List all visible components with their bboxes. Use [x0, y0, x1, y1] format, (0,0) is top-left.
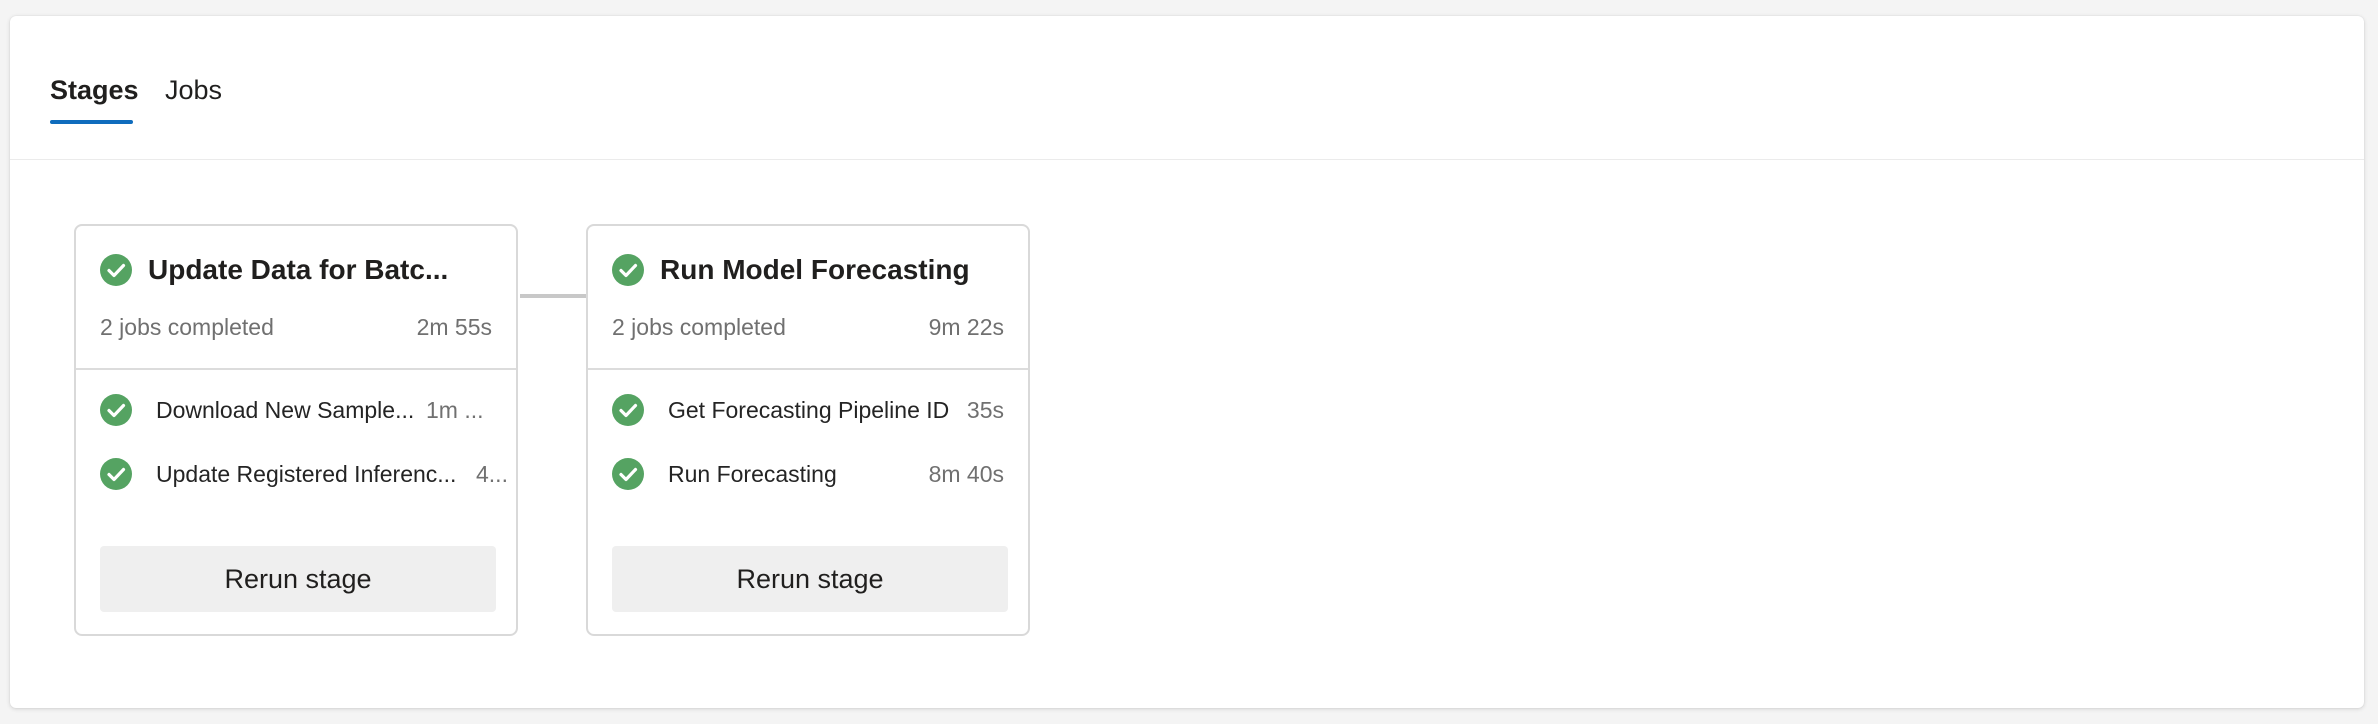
tab-stages[interactable]: Stages — [50, 70, 139, 110]
job-name: Run Forecasting — [668, 461, 837, 487]
job-name: Download New Sample... — [156, 397, 415, 423]
check-circle-icon — [612, 458, 644, 490]
job-row[interactable]: Get Forecasting Pipeline ID 35s — [588, 386, 1028, 434]
check-circle-icon — [612, 394, 644, 426]
job-row[interactable]: Download New Sample... 1m ... — [76, 386, 516, 434]
stage-duration: 2m 55s — [416, 314, 492, 340]
tab-jobs[interactable]: Jobs — [165, 70, 222, 110]
tab-bar: Stages Jobs — [10, 16, 2364, 160]
check-circle-icon — [100, 254, 132, 286]
job-duration: 1m ... — [426, 397, 484, 423]
job-name: Get Forecasting Pipeline ID — [668, 397, 950, 423]
pipeline-run-panel: Stages Jobs Update Data for Batc... 2 jo… — [10, 16, 2364, 708]
active-tab-indicator — [50, 120, 133, 124]
stage-summary: 2 jobs completed — [100, 314, 274, 340]
stage-card-update-data[interactable]: Update Data for Batc... 2 jobs completed… — [74, 224, 518, 636]
job-duration: 35s — [966, 397, 1004, 423]
stage-header[interactable]: Update Data for Batc... 2 jobs completed… — [76, 226, 516, 370]
job-duration: 4... — [476, 461, 508, 487]
check-circle-icon — [100, 458, 132, 490]
stage-title: Run Model Forecasting — [660, 254, 970, 285]
stage-duration: 9m 22s — [928, 314, 1004, 340]
rerun-stage-button[interactable]: Rerun stage — [100, 546, 496, 612]
check-circle-icon — [100, 394, 132, 426]
stage-card-run-model-forecasting[interactable]: Run Model Forecasting 2 jobs completed 9… — [586, 224, 1030, 636]
job-row[interactable]: Update Registered Inferenc... 4... — [76, 450, 516, 498]
check-circle-icon — [612, 254, 644, 286]
job-row[interactable]: Run Forecasting 8m 40s — [588, 450, 1028, 498]
stage-connector — [520, 294, 596, 298]
job-duration: 8m 40s — [928, 461, 1004, 487]
stage-header[interactable]: Run Model Forecasting 2 jobs completed 9… — [588, 226, 1028, 370]
rerun-stage-button[interactable]: Rerun stage — [612, 546, 1008, 612]
stage-summary: 2 jobs completed — [612, 314, 786, 340]
job-name: Update Registered Inferenc... — [156, 461, 457, 487]
stage-title: Update Data for Batc... — [148, 254, 449, 285]
